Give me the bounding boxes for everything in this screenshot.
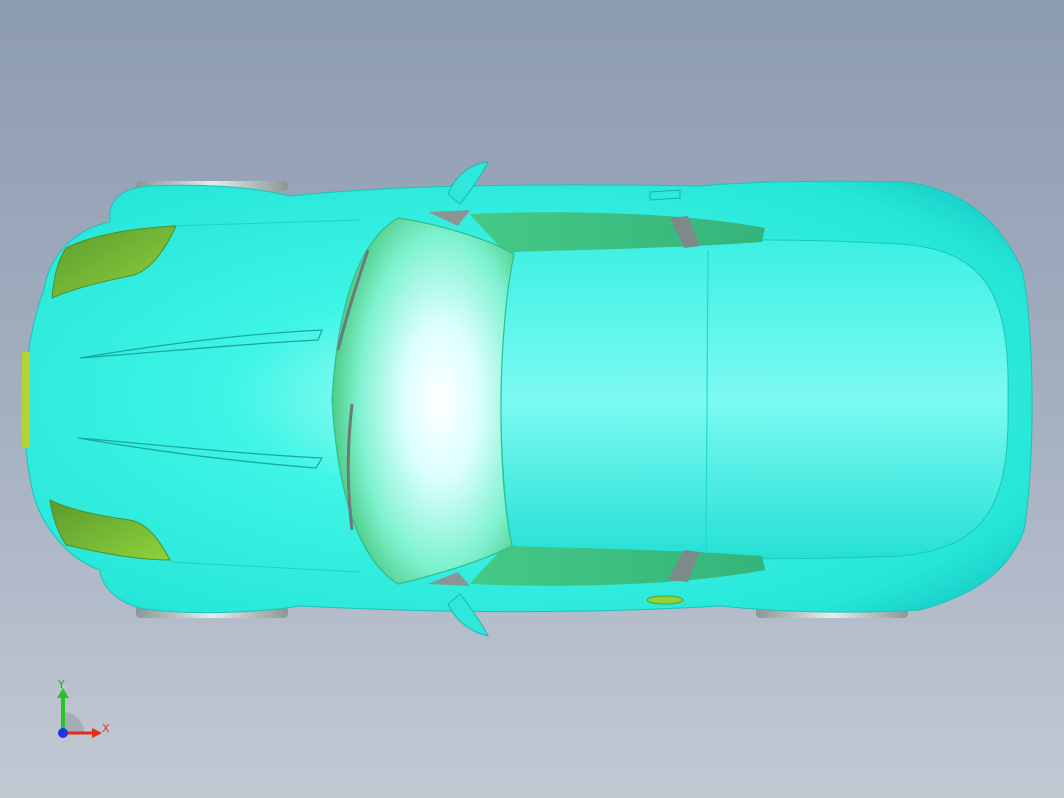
car-model[interactable]	[0, 0, 1064, 798]
z-axis-dot	[58, 728, 68, 738]
front-bumper-plate	[22, 352, 30, 448]
3d-viewport[interactable]: X Y	[0, 0, 1064, 798]
x-axis-label: X	[102, 722, 110, 735]
car-roof	[500, 239, 1009, 560]
y-axis-label: Y	[58, 678, 65, 691]
fuel-door	[646, 595, 684, 605]
x-axis-arrowhead	[92, 728, 102, 738]
